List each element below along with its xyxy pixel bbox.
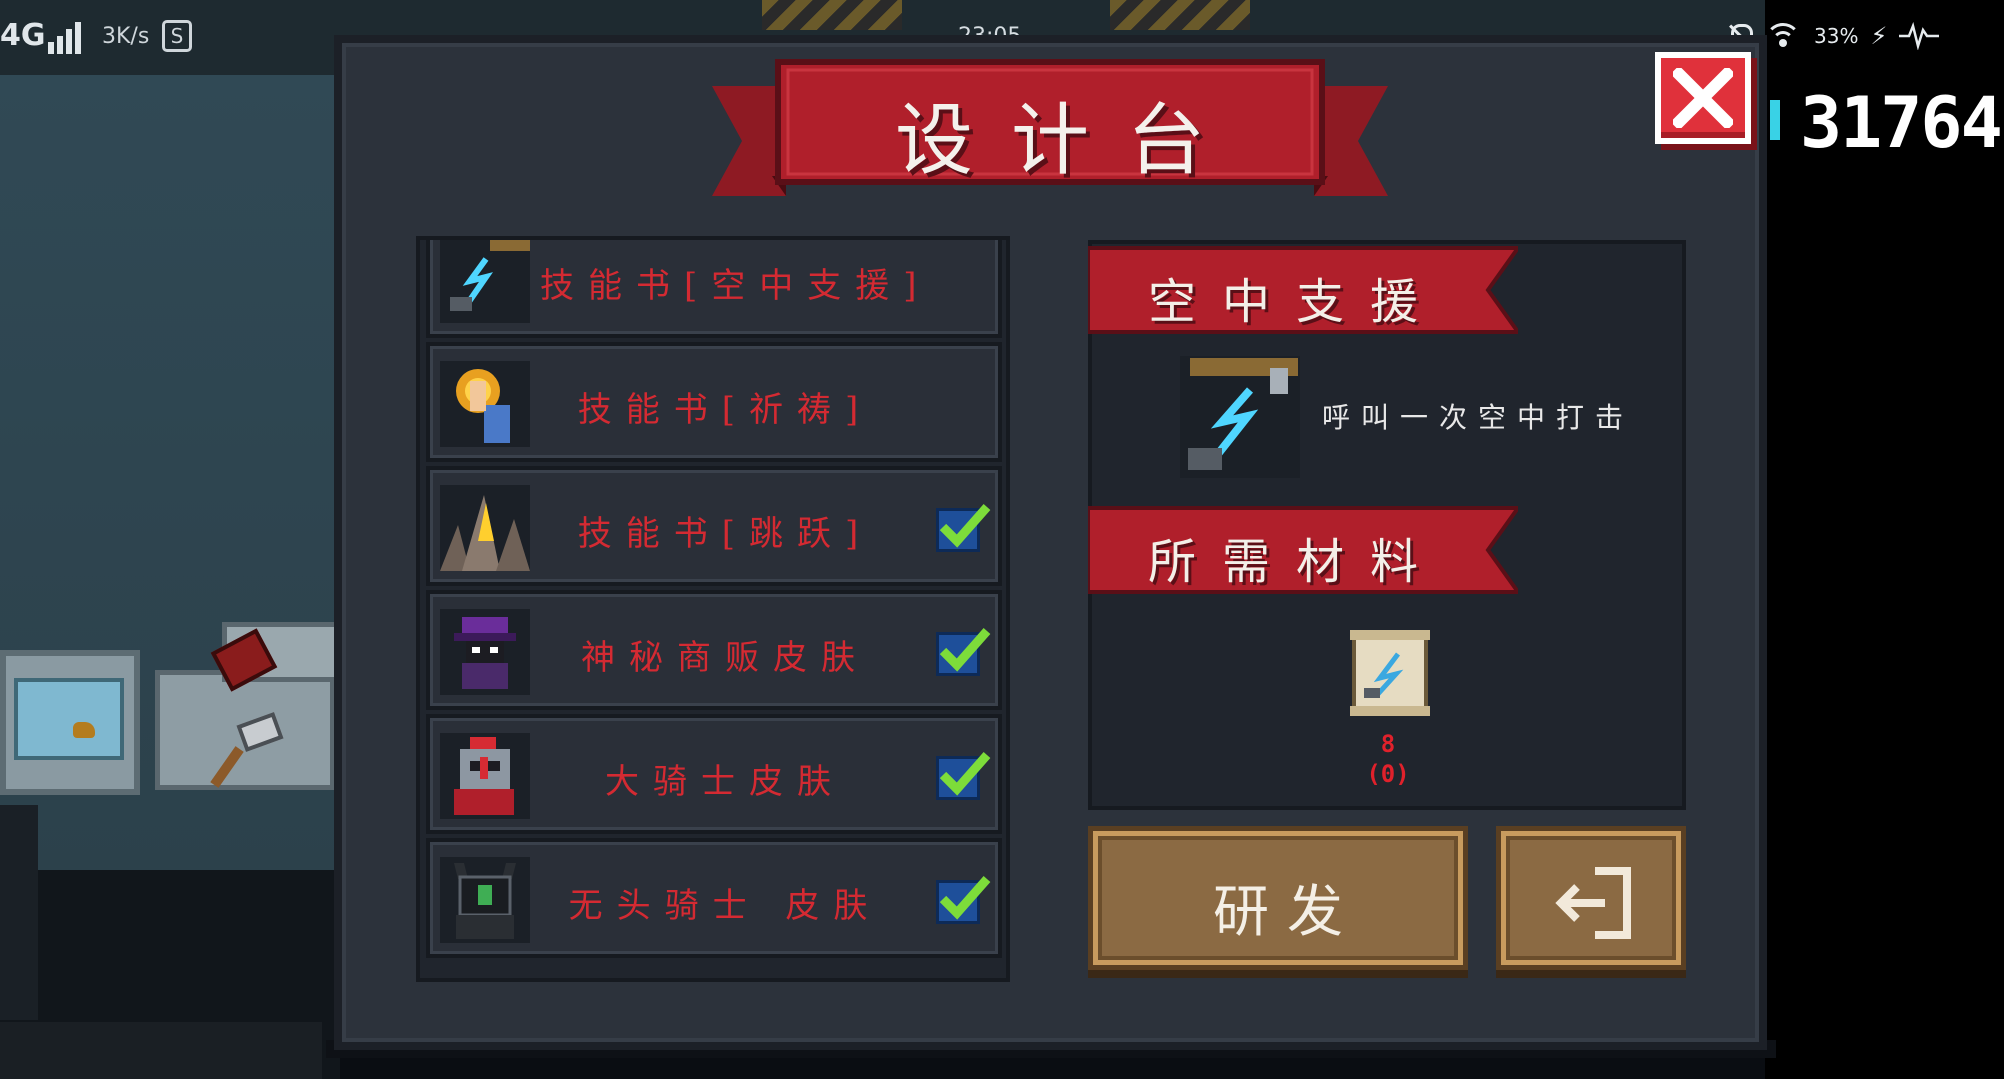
lightning-tower-icon bbox=[1180, 356, 1300, 478]
materials-ribbon: 所需材料 bbox=[1088, 504, 1518, 596]
item-label: 技能书[空中支援] bbox=[540, 266, 931, 306]
jump-spike-icon bbox=[440, 485, 530, 571]
research-button-label: 研发 bbox=[1213, 880, 1361, 945]
item-label: 大骑士皮肤 bbox=[605, 762, 845, 802]
item-name-ribbon: 空中支援 bbox=[1088, 244, 1518, 336]
gem-icon bbox=[1770, 100, 1780, 140]
item-label: 神秘商贩皮肤 bbox=[581, 638, 869, 678]
list-item[interactable]: 大骑士皮肤 bbox=[426, 714, 1002, 834]
unlocked-check-icon bbox=[936, 504, 991, 552]
unlocked-check-icon bbox=[936, 876, 991, 924]
gem-count: 31764 bbox=[1800, 82, 2003, 164]
network-type: 4G bbox=[0, 18, 46, 53]
list-item[interactable]: 技能书[跳跃] bbox=[426, 466, 1002, 586]
item-label: 技能书[祈祷] bbox=[577, 390, 873, 430]
title-banner: 设计台 bbox=[712, 56, 1388, 206]
exit-icon bbox=[1555, 867, 1631, 939]
panel-title: 设计台 bbox=[894, 96, 1243, 186]
materials-header: 所需材料 bbox=[1148, 534, 1445, 590]
network-speed: 3K/s bbox=[102, 24, 150, 49]
material-owned: (0) bbox=[1366, 760, 1410, 788]
duck-icon bbox=[73, 722, 95, 738]
close-button[interactable] bbox=[1655, 52, 1751, 144]
background-ledge bbox=[0, 1022, 322, 1079]
exit-button[interactable] bbox=[1496, 826, 1686, 970]
praying-hand-icon bbox=[440, 361, 530, 447]
item-label: 无头骑士 皮肤 bbox=[568, 886, 882, 926]
background-post bbox=[0, 805, 38, 1020]
item-description: 呼叫一次空中打击 bbox=[1322, 401, 1635, 434]
close-icon bbox=[1673, 68, 1733, 128]
list-item[interactable]: 技能书[祈祷] bbox=[426, 342, 1002, 462]
headless-knight-skin-icon bbox=[440, 857, 530, 943]
fish-tank-water bbox=[14, 678, 124, 760]
charging-icon: ⚡ bbox=[1870, 22, 1888, 50]
research-button[interactable]: 研发 bbox=[1088, 826, 1468, 970]
signal-bars-icon bbox=[48, 20, 88, 54]
wifi-icon bbox=[1764, 21, 1802, 51]
battery-percent: 33% bbox=[1814, 24, 1859, 48]
item-label: 技能书[跳跃] bbox=[577, 514, 873, 554]
lightning-tower-icon bbox=[440, 240, 530, 323]
fish-tank bbox=[0, 650, 140, 795]
list-item[interactable]: 神秘商贩皮肤 bbox=[426, 590, 1002, 710]
blueprint-list[interactable]: 技能书[空中支援] 技能书[祈祷] 技能书[跳跃] 神秘商贩皮肤 大骑士皮肤 无… bbox=[416, 236, 1010, 982]
item-name: 空中支援 bbox=[1148, 274, 1445, 330]
unlocked-check-icon bbox=[936, 628, 991, 676]
blueprint-scroll-icon bbox=[1340, 628, 1436, 720]
list-item[interactable]: 无头骑士 皮肤 bbox=[426, 838, 1002, 958]
material-required: 8 bbox=[1380, 730, 1396, 758]
merchant-skin-icon bbox=[440, 609, 530, 695]
grand-knight-skin-icon bbox=[440, 733, 530, 819]
heartbeat-icon bbox=[1899, 22, 1940, 50]
app-badge-icon: S bbox=[162, 20, 192, 52]
list-item[interactable]: 技能书[空中支援] bbox=[426, 240, 1002, 338]
unlocked-check-icon bbox=[936, 752, 991, 800]
